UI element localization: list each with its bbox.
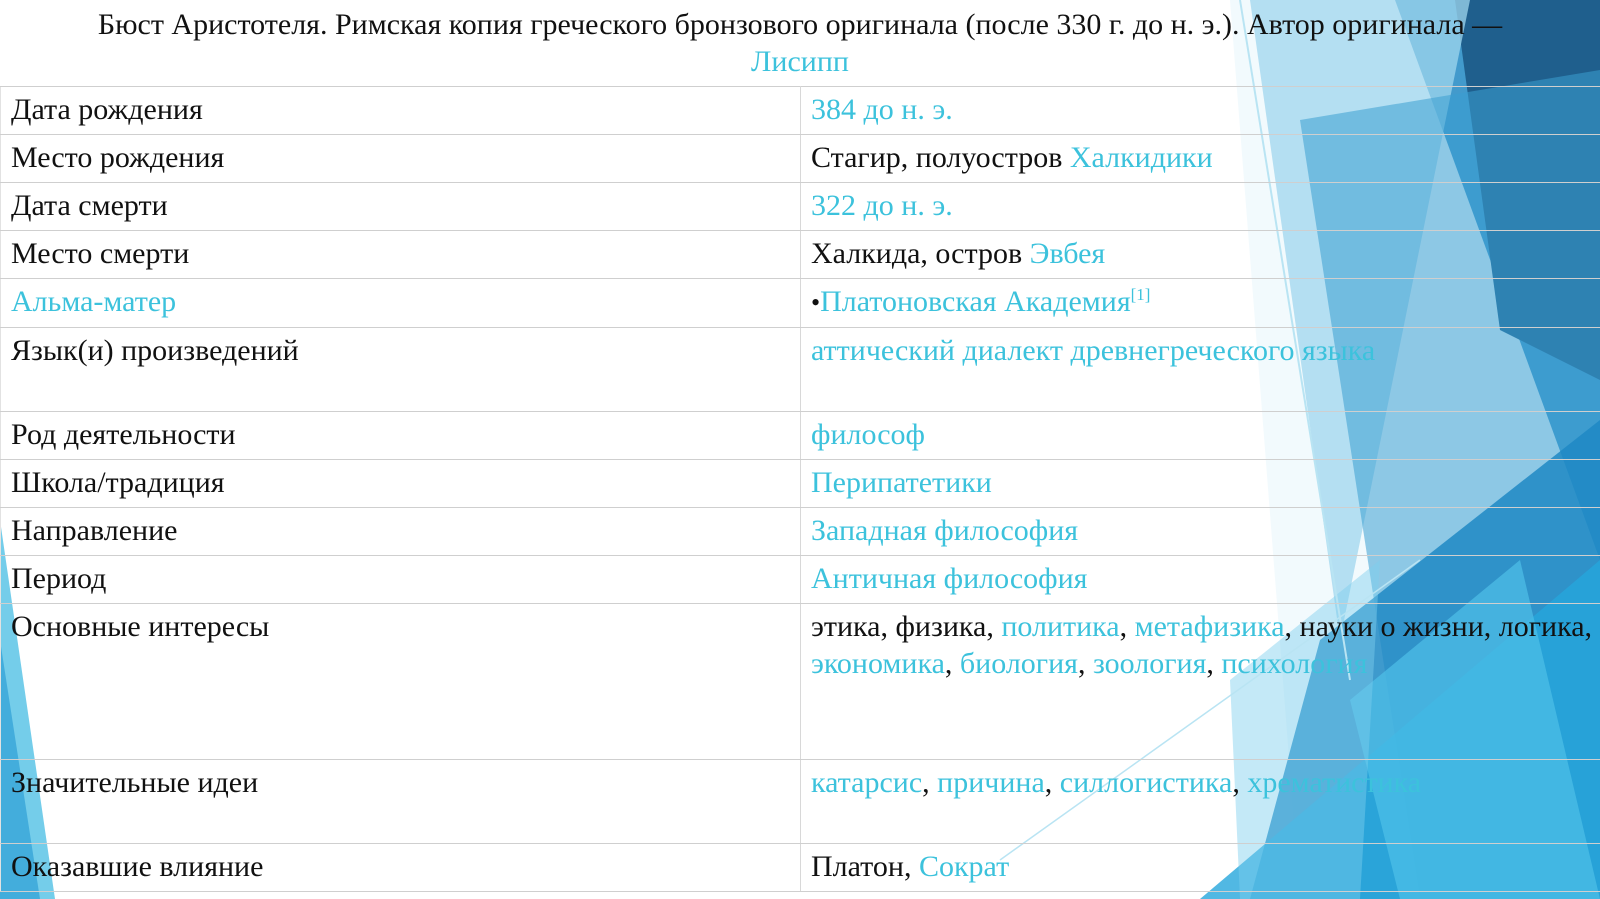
infobox-rows: Дата рождения 384 до н. э. Место рождения С… xyxy=(0,86,1600,892)
value-text: , xyxy=(1119,610,1135,643)
infobox-row: Род деятельности философ xyxy=(0,411,1600,460)
value-link[interactable]: 322 до н. э. xyxy=(811,189,953,222)
row-value: философ xyxy=(800,411,1600,460)
value-text: , xyxy=(1206,647,1222,680)
value-link[interactable]: аттический диалект древнегреческого язык… xyxy=(811,334,1375,367)
row-value: Стагир, полуостров Халкидики xyxy=(800,134,1600,183)
row-label-text: Место смерти xyxy=(11,237,190,270)
value-text: Платон xyxy=(811,850,904,883)
value-link[interactable]: катарсис xyxy=(811,766,922,799)
value-link[interactable]: биология xyxy=(960,647,1078,680)
infobox-row: Основные интересы этика, физика, политика… xyxy=(0,603,1600,760)
row-value: Халкида, остров Эвбея xyxy=(800,230,1600,279)
value-link[interactable]: Платоновская Академия xyxy=(820,285,1131,318)
row-label-link[interactable]: Альма-матер xyxy=(11,285,176,318)
row-label-text: Дата смерти xyxy=(11,189,168,222)
infobox-row: Альма-матер •Платоновская Академия[1] xyxy=(0,278,1600,328)
value-link[interactable]: философ xyxy=(811,418,925,451)
infobox-row: Дата смерти 322 до н. э. xyxy=(0,182,1600,231)
bullet-icon: • xyxy=(811,288,821,317)
row-label: Школа/традиция xyxy=(0,459,801,508)
infobox-row: Оказавшие влияние Платон, Сократ xyxy=(0,843,1600,892)
value-text: , науки о жизни, логика, xyxy=(1284,610,1593,643)
value-link[interactable]: Халкидики xyxy=(1070,141,1213,174)
value-link[interactable]: 384 до н. э. xyxy=(811,93,953,126)
row-label-text: Оказавшие влияние xyxy=(11,850,264,883)
infobox-row: Язык(и) произведений аттический диалект д… xyxy=(0,327,1600,412)
infobox-row: Место смерти Халкида, остров Эвбея xyxy=(0,230,1600,279)
image-caption: Бюст Аристотеля. Римская копия греческог… xyxy=(0,0,1600,86)
row-label: Язык(и) произведений xyxy=(0,327,801,412)
row-label: Место смерти xyxy=(0,230,801,279)
value-link[interactable]: Античная философия xyxy=(811,562,1087,595)
infobox-table: Дата рождения 384 до н. э. Место рождения С… xyxy=(0,86,1600,892)
row-label-text: Период xyxy=(11,562,107,595)
slide: Бюст Аристотеля. Римская копия греческог… xyxy=(0,0,1600,899)
row-label-text: Дата рождения xyxy=(11,93,203,126)
value-text: этика, физика, xyxy=(811,610,1002,643)
row-value: катарсис, причина, силлогистика, хремати… xyxy=(800,759,1600,844)
row-value: Западная философия xyxy=(800,507,1600,556)
infobox-row: Место рождения Стагир, полуостров Халкиди… xyxy=(0,134,1600,183)
value-text: , xyxy=(1232,766,1248,799)
reference-footnote-link[interactable]: [1] xyxy=(1131,285,1151,304)
row-label-text: Род деятельности xyxy=(11,418,236,451)
row-label: Значительные идеи xyxy=(0,759,801,844)
value-text: , xyxy=(922,766,938,799)
value-link[interactable]: психология xyxy=(1221,647,1367,680)
value-link[interactable]: хрематистика xyxy=(1247,766,1421,799)
row-label: Род деятельности xyxy=(0,411,801,460)
row-value: аттический диалект древнегреческого язык… xyxy=(800,327,1600,412)
row-label-text: Основные интересы xyxy=(11,610,270,643)
infobox-row: Значительные идеи катарсис, причина, силл… xyxy=(0,759,1600,844)
row-value: •Платоновская Академия[1] xyxy=(800,278,1600,328)
row-value: Платон, Сократ xyxy=(800,843,1600,892)
row-label: Место рождения xyxy=(0,134,801,183)
row-label: Дата рождения xyxy=(0,86,801,135)
caption-author-link[interactable]: Лисипп xyxy=(751,45,849,78)
value-link[interactable]: Эвбея xyxy=(1030,237,1106,270)
value-text: , xyxy=(1044,766,1060,799)
value-link[interactable]: Перипатетики xyxy=(811,466,992,499)
value-text: , xyxy=(1077,647,1093,680)
row-label: Оказавшие влияние xyxy=(0,843,801,892)
row-label: Дата смерти xyxy=(0,182,801,231)
infobox-row: Период Античная философия xyxy=(0,555,1600,604)
infobox-row: Дата рождения 384 до н. э. xyxy=(0,86,1600,135)
row-label: Период xyxy=(0,555,801,604)
caption-text: Бюст Аристотеля. Римская копия греческог… xyxy=(97,8,1503,41)
row-value: Перипатетики xyxy=(800,459,1600,508)
value-text: Халкида, остров xyxy=(811,237,1030,270)
row-value: 384 до н. э. xyxy=(800,86,1600,135)
value-link[interactable]: зоология xyxy=(1093,647,1206,680)
row-label-text: Школа/традиция xyxy=(11,466,225,499)
row-value: Античная философия xyxy=(800,555,1600,604)
row-value: этика, физика, политика, метафизика, нау… xyxy=(800,603,1600,760)
value-text: Стагир, полуостров xyxy=(811,141,1070,174)
row-label: Направление xyxy=(0,507,801,556)
value-link[interactable]: экономика xyxy=(811,647,945,680)
row-label-text: Направление xyxy=(11,514,178,547)
infobox-row: Направление Западная философия xyxy=(0,507,1600,556)
value-text: , xyxy=(903,850,919,883)
value-link[interactable]: Сократ xyxy=(919,850,1009,883)
row-label-text: Значительные идеи xyxy=(11,766,259,799)
value-link[interactable]: Западная философия xyxy=(811,514,1078,547)
value-link[interactable]: политика xyxy=(1001,610,1119,643)
row-label: Альма-матер xyxy=(0,278,801,328)
row-value: 322 до н. э. xyxy=(800,182,1600,231)
row-label-text: Язык(и) произведений xyxy=(11,334,299,367)
value-link[interactable]: силлогистика xyxy=(1060,766,1233,799)
value-text: , xyxy=(944,647,960,680)
value-link[interactable]: метафизика xyxy=(1135,610,1285,643)
row-label-text: Место рождения xyxy=(11,141,225,174)
value-link[interactable]: причина xyxy=(937,766,1045,799)
row-label: Основные интересы xyxy=(0,603,801,760)
infobox-row: Школа/традиция Перипатетики xyxy=(0,459,1600,508)
